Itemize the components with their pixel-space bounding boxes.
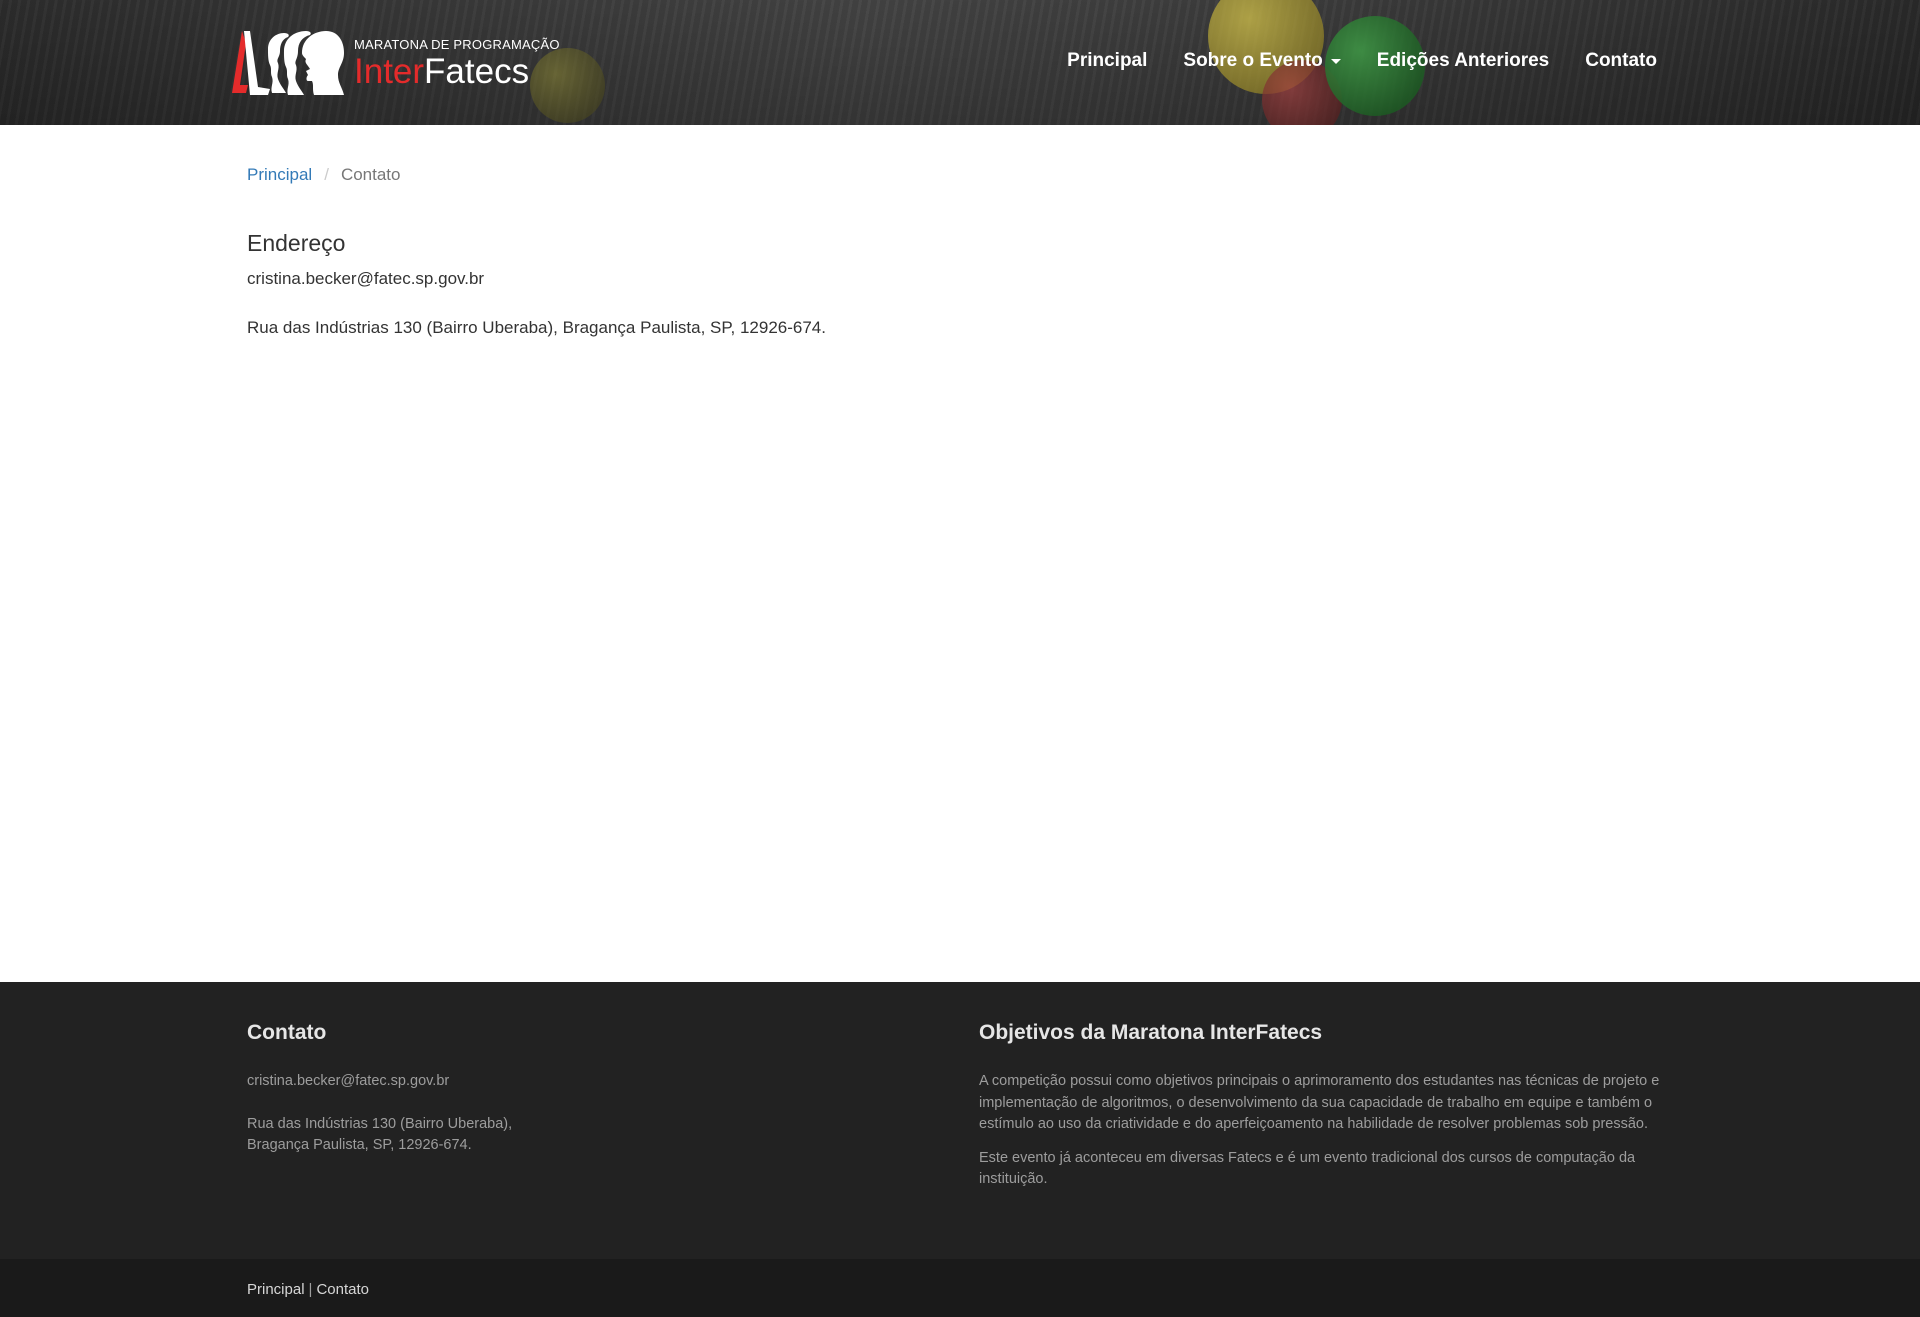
- footer-objectives-paragraph-1: A competição possui como objetivos princ…: [979, 1073, 1660, 1132]
- footer: Contato cristina.becker@fatec.sp.gov.br …: [0, 982, 1920, 1259]
- contact-email: cristina.becker@fatec.sp.gov.br: [247, 269, 485, 288]
- main-content: Principal / Contato Endereço cristina.be…: [247, 125, 1673, 338]
- footer-link-contato[interactable]: Contato: [316, 1281, 369, 1298]
- footer-link-separator: |: [308, 1281, 313, 1298]
- footer-link-principal[interactable]: Principal: [247, 1281, 305, 1298]
- page-title: Endereço: [247, 230, 346, 256]
- footer-objectives-title: Objetivos da Maratona InterFatecs: [979, 1021, 1323, 1044]
- footer-objectives-paragraph-2: Este evento já aconteceu em diversas Fat…: [979, 1149, 1636, 1188]
- footer-address-line-2: Bragança Paulista, SP, 12926-674.: [247, 1137, 472, 1153]
- contact-address: Rua das Indústrias 130 (Bairro Uberaba),…: [247, 318, 826, 337]
- footer-contact-address: Rua das Indústrias 130 (Bairro Uberaba),…: [247, 1114, 887, 1157]
- breadcrumb-home-link[interactable]: Principal: [247, 165, 312, 185]
- nav-sobre-o-evento[interactable]: Sobre o Evento: [1165, 44, 1358, 78]
- nav-edicoes-anteriores[interactable]: Edições Anteriores: [1359, 44, 1567, 78]
- breadcrumb-current: Contato: [340, 165, 401, 184]
- footer-objectives: Objetivos da Maratona InterFatecs A comp…: [979, 1018, 1674, 1191]
- main-nav: Principal Sobre o Evento Edições Anterio…: [1049, 44, 1657, 78]
- breadcrumb-separator: /: [324, 165, 329, 184]
- nav-principal[interactable]: Principal: [1049, 44, 1165, 78]
- site-logo[interactable]: MARATONA DE PROGRAMAÇÃO InterFatecs: [228, 28, 560, 100]
- logo-text: MARATONA DE PROGRAMAÇÃO InterFatecs: [354, 37, 560, 91]
- footer-bottom-links: Principal | Contato: [247, 1281, 369, 1298]
- caret-down-icon: [1330, 58, 1341, 64]
- navbar: MARATONA DE PROGRAMAÇÃO InterFatecs Prin…: [0, 0, 1920, 125]
- footer-address-line-1: Rua das Indústrias 130 (Bairro Uberaba),: [247, 1115, 513, 1132]
- footer-bottom-bar: Principal | Contato: [0, 1259, 1920, 1317]
- footer-contact: Contato cristina.becker@fatec.sp.gov.br …: [247, 1018, 887, 1157]
- footer-contact-title: Contato: [247, 1021, 327, 1044]
- nav-contato[interactable]: Contato: [1567, 44, 1657, 78]
- footer-contact-email: cristina.becker@fatec.sp.gov.br: [247, 1073, 450, 1089]
- logo-subtitle: MARATONA DE PROGRAMAÇÃO: [354, 37, 560, 52]
- breadcrumb: Principal / Contato: [247, 165, 1673, 185]
- nav-sobre-o-evento-label: Sobre o Evento: [1183, 50, 1323, 71]
- logo-title: InterFatecs: [354, 53, 560, 91]
- profile-heads-logo-icon: [232, 31, 344, 95]
- logo-title-fatecs: Fatecs: [424, 52, 530, 91]
- logo-title-inter: Inter: [354, 52, 425, 91]
